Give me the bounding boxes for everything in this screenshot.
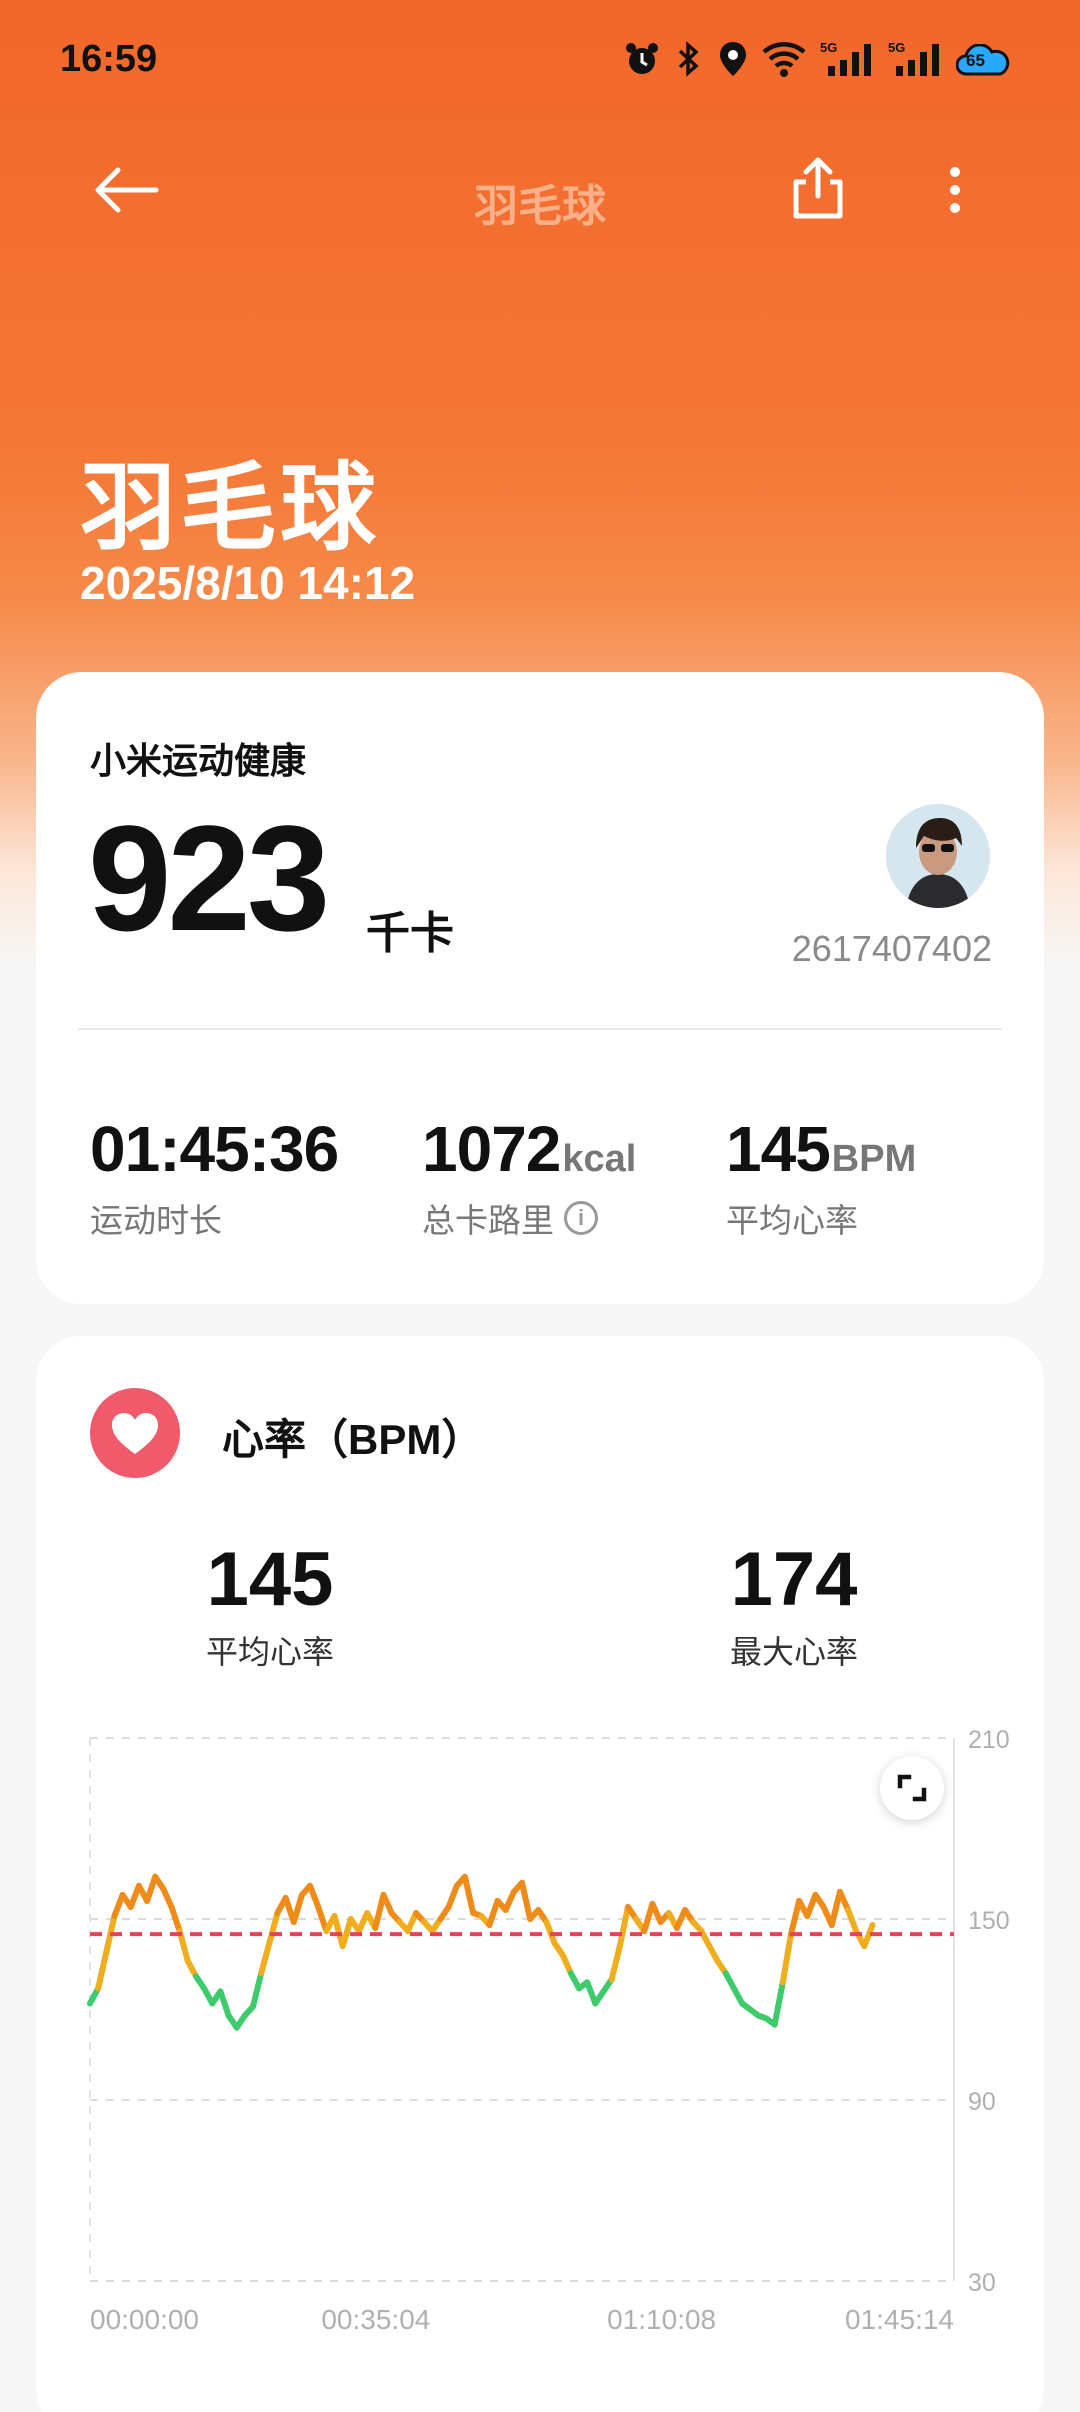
divider <box>78 1028 1002 1030</box>
heart-rate-segment <box>250 1970 265 2010</box>
stat-unit: BPM <box>831 1138 917 1180</box>
heart-rate-segment <box>144 1873 159 1904</box>
heart-rate-segment <box>258 1940 273 1977</box>
heart-rate-segment <box>779 1931 794 1986</box>
expand-icon <box>897 1774 927 1802</box>
more-vertical-icon <box>950 167 960 213</box>
avatar[interactable] <box>886 804 990 908</box>
heart-rate-segment <box>372 1891 387 1932</box>
heart-rate-segment <box>461 1873 477 1916</box>
heart-rate-segment <box>445 1882 460 1910</box>
heart-rate-segment <box>217 1988 232 2019</box>
heart-rate-segment <box>787 1897 803 1938</box>
workout-datetime: 2025/8/10 14:12 <box>80 557 416 609</box>
summary-card: 小米运动健康 923 千卡 2617407402 01:45:36 运动时长 1… <box>36 672 1044 1304</box>
x-tick-label: 00:00:00 <box>90 2304 199 2335</box>
svg-text:5G: 5G <box>888 40 905 55</box>
signal-5g-icon: 5G <box>888 40 942 83</box>
x-tick-label: 01:10:08 <box>607 2304 716 2335</box>
battery-icon: 65 <box>956 44 1010 78</box>
heart-rate-segment <box>290 1891 305 1926</box>
heart-rate-segment <box>828 1888 843 1929</box>
y-tick-label: 90 <box>968 2088 996 2116</box>
brand-label: 小米运动健康 <box>90 740 307 781</box>
heart-rate-segment <box>616 1903 631 1950</box>
heart-rate-segment <box>486 1897 501 1929</box>
stat-value: 145 <box>726 1113 831 1185</box>
share-icon <box>793 157 843 219</box>
heart-rate-segment <box>771 1979 786 2028</box>
stat-label: 运动时长 <box>90 1202 222 1239</box>
y-tick-label: 210 <box>968 1726 1010 1754</box>
wifi-icon <box>762 40 806 83</box>
signal-5g-icon: 5G <box>820 40 874 83</box>
fullscreen-button[interactable] <box>880 1756 944 1820</box>
info-icon[interactable]: i <box>564 1201 598 1235</box>
share-button[interactable] <box>790 156 846 220</box>
calories-unit: 千卡 <box>366 909 454 958</box>
svg-text:5G: 5G <box>820 40 837 55</box>
calories-value: 923 <box>88 794 330 962</box>
location-icon <box>718 40 748 83</box>
alarm-icon <box>624 41 660 82</box>
workout-title: 羽毛球 <box>80 455 380 562</box>
status-icons: 5G 5G 65 <box>624 36 1010 86</box>
y-tick-label: 150 <box>968 1907 1010 1935</box>
status-bar: 16:59 5G 5G 65 <box>0 0 1080 120</box>
bluetooth-icon <box>674 40 704 82</box>
y-tick-label: 30 <box>968 2269 996 2297</box>
battery-level: 65 <box>966 51 985 70</box>
heart-rate-segment <box>95 1949 110 1992</box>
stat-unit: kcal <box>562 1138 637 1180</box>
top-bar-title: 羽毛球 <box>474 182 606 231</box>
stat-label: 总卡路里 <box>422 1202 554 1239</box>
top-bar: 羽毛球 <box>0 150 1080 231</box>
heart-rate-segment <box>266 1909 281 1947</box>
heart-rate-segment <box>519 1879 534 1922</box>
user-photo <box>886 804 990 908</box>
stat-total-calories: 1072kcal 总卡路里 i <box>422 1112 636 1242</box>
stat-label: 平均心率 <box>726 1202 858 1239</box>
heart-rate-segment <box>168 1903 183 1935</box>
stat-value: 1072 <box>422 1113 561 1185</box>
stat-duration: 01:45:36 运动时长 <box>90 1112 340 1242</box>
more-options-button[interactable] <box>940 160 970 220</box>
x-tick-label: 00:35:04 <box>321 2304 430 2335</box>
heart-rate-segment <box>307 1882 322 1910</box>
heart-rate-segment <box>845 1906 860 1935</box>
user-id: 2617407402 <box>791 928 992 969</box>
x-tick-label: 01:45:14 <box>845 2304 954 2335</box>
heart-rate-segment <box>339 1916 354 1950</box>
stat-value: 01:45:36 <box>90 1113 339 1185</box>
heart-rate-segment <box>608 1943 623 1983</box>
heart-rate-chart[interactable]: 210 150 90 30 00:00:00 00:35:04 01:10:08 01:45:… <box>36 1336 1044 2412</box>
heart-rate-card: 心率（BPM） 145 平均心率 174 最大心率 210 150 90 30 00:0… <box>36 1336 1044 2412</box>
status-time: 16:59 <box>60 38 158 80</box>
stat-avg-heart-rate: 145BPM 平均心率 <box>726 1112 916 1242</box>
